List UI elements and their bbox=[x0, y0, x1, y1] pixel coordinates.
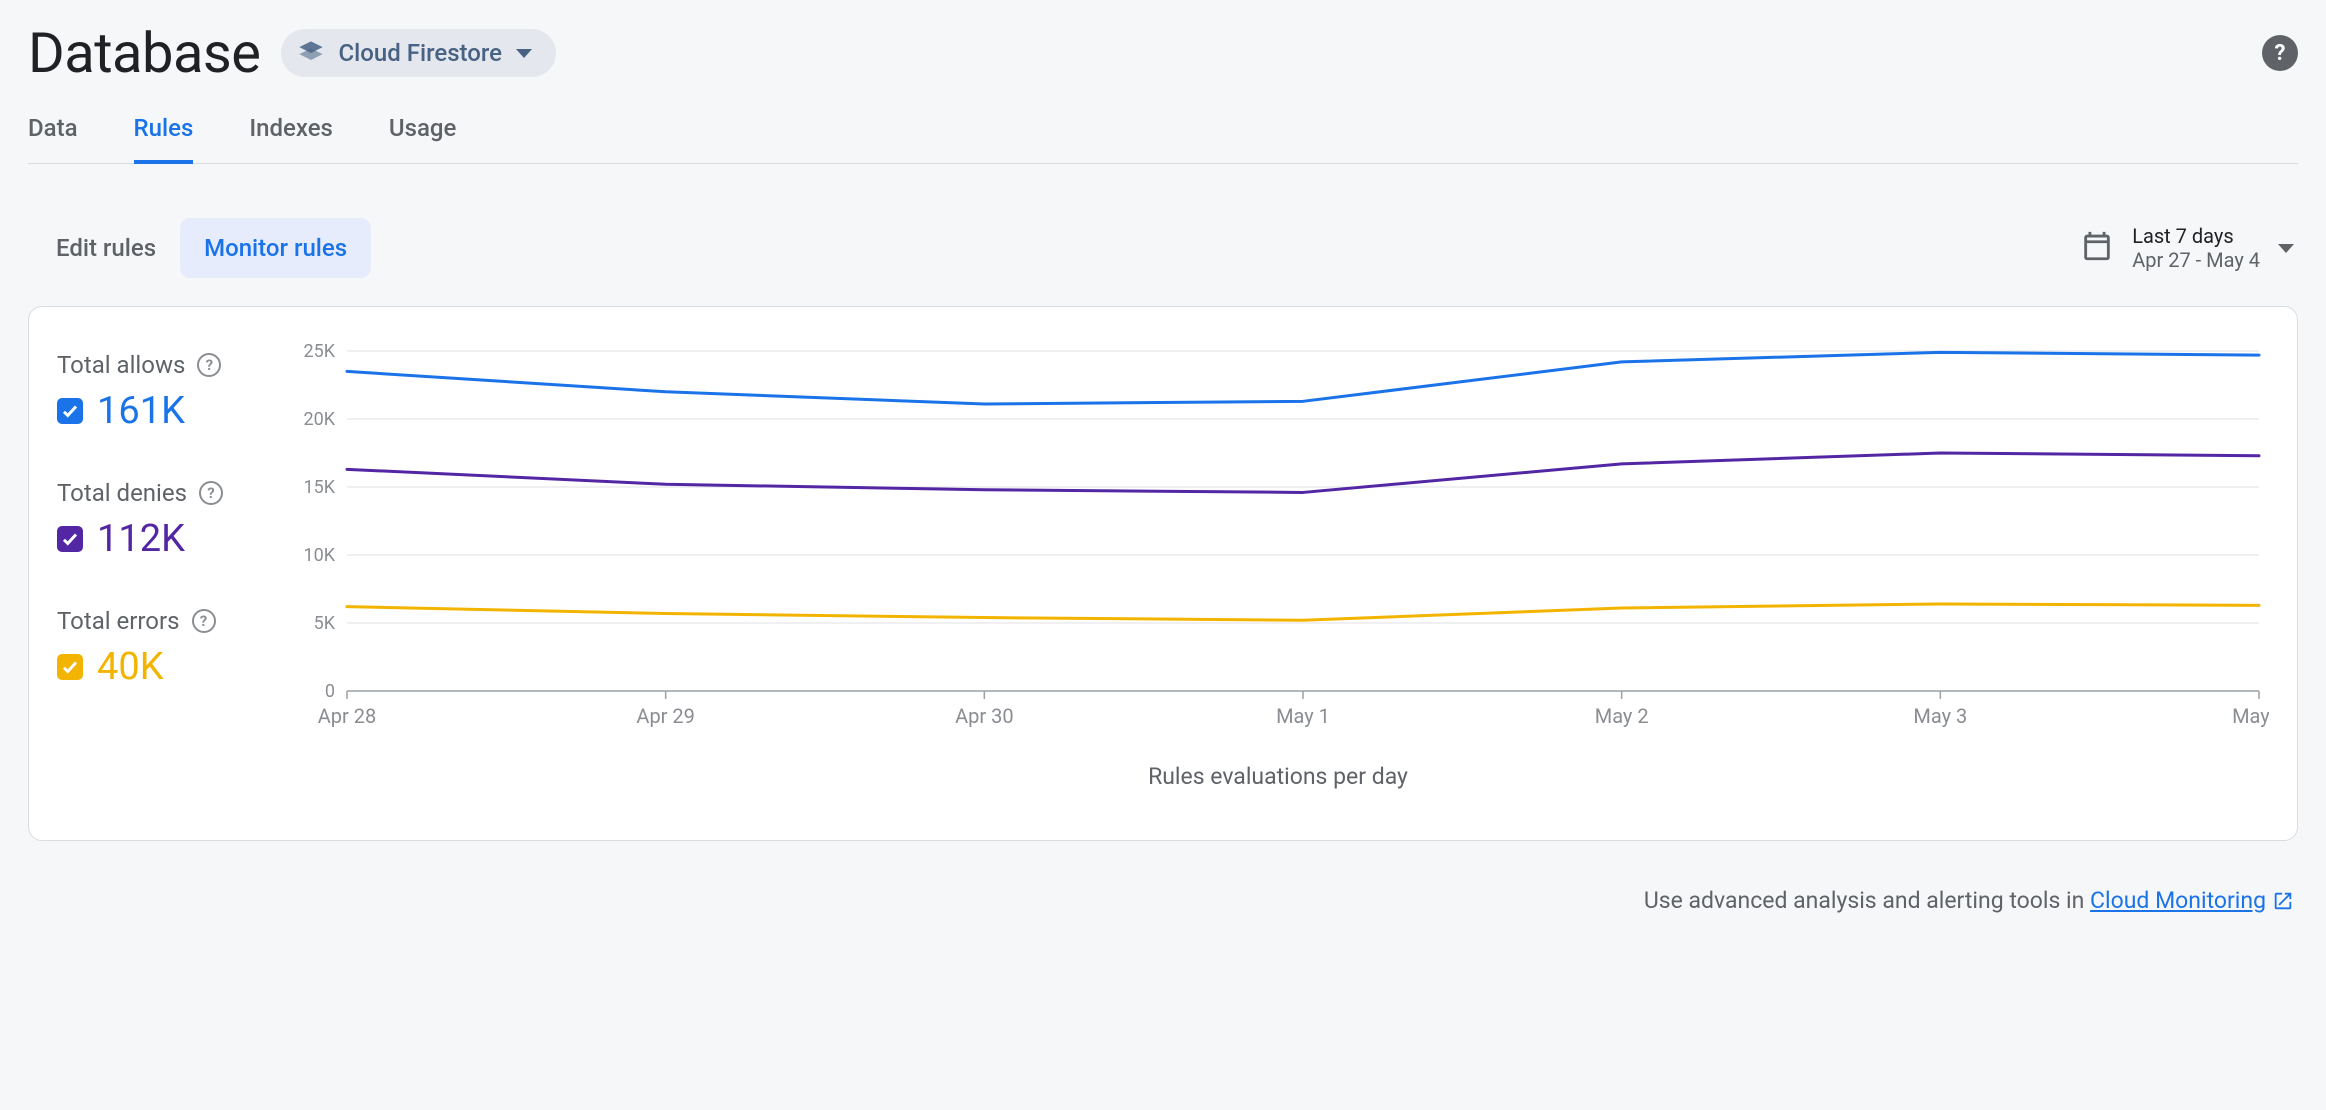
svg-text:15K: 15K bbox=[303, 477, 335, 498]
svg-text:5K: 5K bbox=[314, 613, 336, 634]
date-range-label: Last 7 days bbox=[2132, 224, 2260, 248]
svg-text:0: 0 bbox=[325, 681, 335, 702]
info-icon[interactable]: ? bbox=[192, 609, 216, 633]
footer-note: Use advanced analysis and alerting tools… bbox=[28, 887, 2298, 914]
main-tabs: Data Rules Indexes Usage bbox=[28, 114, 2298, 164]
chevron-down-icon bbox=[516, 49, 532, 58]
legend-allows-value: 161K bbox=[97, 389, 185, 433]
footer-prefix: Use advanced analysis and alerting tools… bbox=[1644, 887, 2090, 914]
date-range-value: Apr 27 - May 4 bbox=[2132, 248, 2260, 272]
line-chart: 0 5K 10K 15K 20K 25K Apr 28 Apr 29 Apr 30 May 1 Ma… bbox=[287, 341, 2269, 741]
tab-rules[interactable]: Rules bbox=[134, 114, 194, 164]
chart-legend: Total allows ? 161K Total denies ? bbox=[57, 341, 287, 790]
legend-allows-title: Total allows bbox=[57, 351, 185, 379]
database-selector[interactable]: Cloud Firestore bbox=[281, 29, 557, 77]
chart-card: Total allows ? 161K Total denies ? bbox=[28, 306, 2298, 841]
legend-denies-value: 112K bbox=[97, 517, 185, 561]
svg-text:Apr 29: Apr 29 bbox=[636, 704, 695, 728]
svg-text:May 4: May 4 bbox=[2232, 704, 2269, 728]
subtab-monitor-rules[interactable]: Monitor rules bbox=[180, 218, 371, 278]
tab-usage[interactable]: Usage bbox=[389, 114, 456, 164]
svg-text:May 2: May 2 bbox=[1595, 704, 1649, 728]
svg-text:25K: 25K bbox=[303, 341, 335, 362]
svg-text:Apr 30: Apr 30 bbox=[955, 704, 1014, 728]
date-range-selector[interactable]: Last 7 days Apr 27 - May 4 bbox=[2080, 224, 2294, 272]
tab-indexes[interactable]: Indexes bbox=[249, 114, 333, 164]
chart-x-axis-label: Rules evaluations per day bbox=[287, 763, 2269, 790]
open-external-icon bbox=[2272, 890, 2294, 912]
svg-text:May 3: May 3 bbox=[1913, 704, 1967, 728]
cloud-monitoring-link[interactable]: Cloud Monitoring bbox=[2090, 887, 2294, 914]
legend-errors: Total errors ? 40K bbox=[57, 607, 287, 689]
svg-text:20K: 20K bbox=[303, 409, 335, 430]
info-icon[interactable]: ? bbox=[199, 481, 223, 505]
legend-errors-title: Total errors bbox=[57, 607, 180, 635]
legend-errors-value: 40K bbox=[97, 645, 164, 689]
svg-text:Apr 28: Apr 28 bbox=[318, 704, 377, 728]
chevron-down-icon bbox=[2278, 244, 2294, 253]
legend-allows: Total allows ? 161K bbox=[57, 351, 287, 433]
subtab-edit-rules[interactable]: Edit rules bbox=[32, 218, 180, 278]
database-selector-label: Cloud Firestore bbox=[339, 39, 503, 67]
svg-text:May 1: May 1 bbox=[1276, 704, 1330, 728]
legend-denies-title: Total denies bbox=[57, 479, 187, 507]
page-title: Database bbox=[28, 20, 261, 86]
tab-data[interactable]: Data bbox=[28, 114, 78, 164]
legend-denies: Total denies ? 112K bbox=[57, 479, 287, 561]
rules-subheader: Edit rules Monitor rules Last 7 days Apr… bbox=[28, 218, 2298, 278]
legend-errors-checkbox[interactable] bbox=[57, 654, 83, 680]
calendar-icon bbox=[2080, 229, 2114, 267]
firestore-icon bbox=[297, 39, 325, 67]
page-header: Database Cloud Firestore ? bbox=[28, 20, 2298, 86]
info-icon[interactable]: ? bbox=[197, 353, 221, 377]
chart-area: 0 5K 10K 15K 20K 25K Apr 28 Apr 29 Apr 30 May 1 Ma… bbox=[287, 341, 2269, 790]
svg-text:10K: 10K bbox=[303, 545, 335, 566]
help-button[interactable]: ? bbox=[2262, 35, 2298, 71]
legend-denies-checkbox[interactable] bbox=[57, 526, 83, 552]
legend-allows-checkbox[interactable] bbox=[57, 398, 83, 424]
